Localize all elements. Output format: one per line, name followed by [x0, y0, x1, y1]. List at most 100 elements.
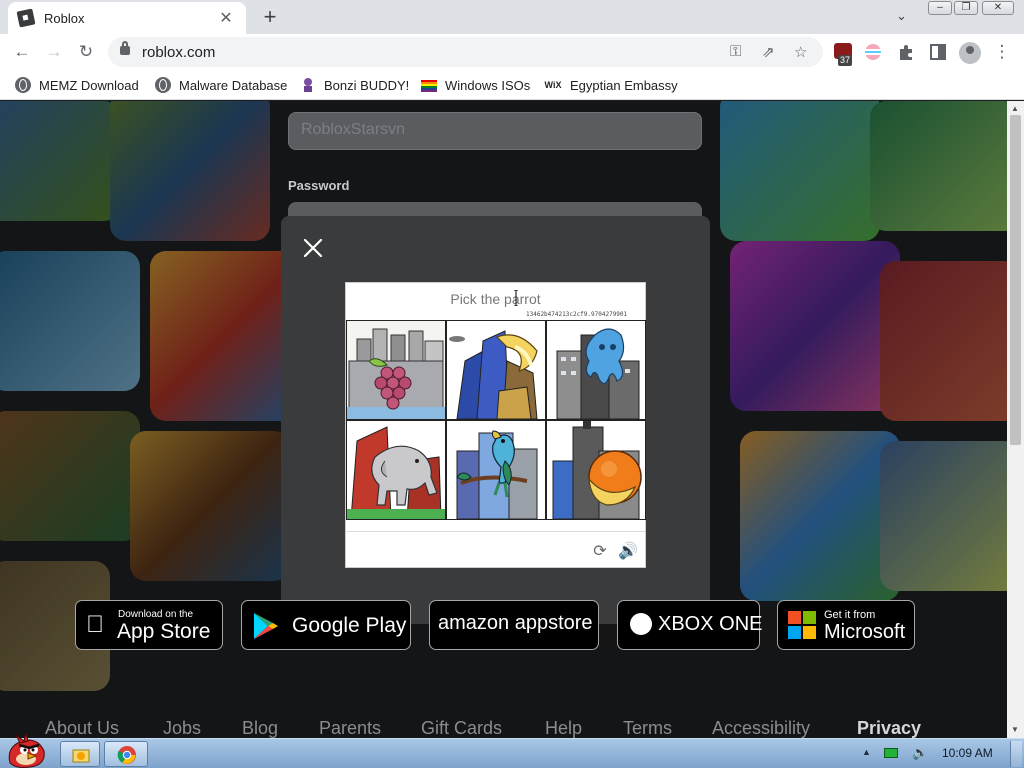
password-label: Password: [288, 178, 350, 193]
restore-button[interactable]: ❐: [954, 1, 978, 15]
globe-icon: [155, 77, 171, 93]
back-arrow-icon[interactable]: ←: [12, 42, 32, 62]
taskbar: ▲ 🔈 10:09 AM: [0, 733, 1024, 768]
badge-big-text: XBOX ONE: [658, 613, 763, 635]
scroll-down-arrow-icon[interactable]: ▼: [1011, 725, 1019, 734]
side-panel-icon[interactable]: [929, 43, 947, 61]
scroll-thumb[interactable]: [1010, 115, 1021, 445]
bookmark-label: Egyptian Embassy: [570, 77, 678, 93]
profile-avatar-icon[interactable]: [959, 42, 981, 64]
extension-badge-count: 37: [838, 55, 853, 66]
captcha-grid: [346, 320, 646, 520]
tab-close-icon[interactable]: ✕: [216, 8, 236, 28]
taskbar-chrome-button[interactable]: [104, 741, 148, 767]
captcha-hash: 13462b474213c2cf9.9704279901: [526, 311, 628, 318]
roblox-favicon-icon: [16, 8, 36, 28]
battery-icon[interactable]: [884, 748, 898, 758]
volume-icon[interactable]: 🔈: [912, 745, 928, 761]
elephant-tile-image: [347, 421, 445, 519]
google-play-icon: [254, 613, 278, 639]
captcha-tile-elephant[interactable]: [346, 420, 446, 520]
footer-link-terms[interactable]: Terms: [623, 718, 672, 738]
badge-small-text: Download on the: [118, 609, 194, 620]
amazon-appstore-badge[interactable]: amazon appstore: [429, 600, 599, 650]
url-text: roblox.com: [142, 44, 216, 61]
bookmark-star-icon[interactable]: ☆: [794, 43, 807, 61]
badge-small-text: Get it from: [824, 609, 876, 621]
bookmark-bonzi-buddy[interactable]: Bonzi BUDDY!: [300, 76, 409, 94]
scroll-up-arrow-icon[interactable]: ▲: [1011, 104, 1019, 113]
globe-icon: [15, 77, 31, 93]
bookmark-label: Bonzi BUDDY!: [324, 77, 410, 93]
footer-link-jobs[interactable]: Jobs: [163, 718, 201, 738]
clock[interactable]: 10:09 AM: [942, 746, 993, 760]
angry-bird-start-icon[interactable]: [4, 733, 48, 768]
captcha-tile-grapes[interactable]: [346, 320, 446, 420]
new-tab-button[interactable]: +: [258, 5, 282, 29]
tab-roblox[interactable]: Roblox ✕: [8, 2, 246, 34]
show-desktop-button[interactable]: [1010, 741, 1022, 767]
bookmarks-bar: MEMZ Download Malware Database Bonzi BUD…: [0, 70, 1024, 100]
captcha-tile-banana[interactable]: [446, 320, 546, 420]
footer-link-help[interactable]: Help: [545, 718, 582, 738]
close-icon[interactable]: [301, 236, 325, 260]
badge-big-text: amazon appstore: [438, 612, 593, 634]
captcha-tile-parrot[interactable]: [446, 420, 546, 520]
wix-icon: WiX: [544, 80, 562, 90]
captcha-prompt: Pick the parrot: [450, 291, 541, 307]
badge-big-text: Google Play: [292, 614, 407, 637]
page-scrollbar[interactable]: ▲ ▼: [1007, 101, 1024, 738]
close-window-button[interactable]: ✕: [982, 1, 1014, 15]
badge-big-text: App Store: [117, 620, 211, 643]
tray-expand-icon[interactable]: ▲: [862, 747, 871, 757]
bookmark-egyptian-embassy[interactable]: WiX Egyptian Embassy: [544, 76, 678, 94]
lock-icon[interactable]: [120, 41, 130, 55]
footer-link-privacy[interactable]: Privacy: [857, 718, 921, 738]
banana-tile-image: [447, 321, 545, 419]
captcha-widget: Pick the parrot 13462b474213c2cf9.970427…: [345, 282, 646, 568]
share-icon[interactable]: ⇗: [762, 43, 775, 61]
key-icon[interactable]: ⚿: [730, 43, 741, 60]
captcha-tile-orange-banana[interactable]: [546, 420, 646, 520]
google-play-badge[interactable]: Google Play: [241, 600, 411, 650]
tab-search-chevron-icon[interactable]: ⌄: [896, 8, 907, 24]
bookmark-windows-isos[interactable]: Windows ISOs: [421, 76, 530, 94]
footer-link-parents[interactable]: Parents: [319, 718, 381, 738]
apple-icon: : [86, 611, 104, 639]
parrot-tile-image: [447, 421, 545, 519]
taskbar-explorer-button[interactable]: [60, 741, 100, 767]
rainbow-flag-icon: [421, 80, 437, 92]
address-bar[interactable]: roblox.com ⚿ ⇗ ☆: [108, 37, 823, 67]
footer-link-blog[interactable]: Blog: [242, 718, 278, 738]
tab-title: Roblox: [44, 10, 85, 26]
chrome-icon: [117, 746, 136, 764]
captcha-divider: [346, 531, 645, 532]
grapes-tile-image: [347, 321, 445, 419]
minimize-button[interactable]: –: [928, 1, 952, 15]
refresh-icon[interactable]: ⟳: [590, 542, 610, 562]
xbox-one-badge[interactable]: XBOX ONE: [617, 600, 763, 650]
microsoft-badge[interactable]: Get it from Microsoft: [777, 600, 915, 650]
forward-arrow-icon[interactable]: →: [44, 42, 64, 62]
octopus-tile-image: [547, 321, 645, 419]
bookmark-label: Malware Database: [179, 77, 288, 93]
extension-flag-icon[interactable]: [864, 43, 882, 61]
orange-banana-tile-image: [547, 421, 645, 519]
footer-link-accessibility[interactable]: Accessibility: [712, 718, 810, 738]
audio-icon[interactable]: 🔊: [618, 542, 638, 562]
microsoft-logo-icon: [788, 611, 816, 639]
reload-icon[interactable]: ↻: [76, 42, 96, 62]
xbox-icon: [630, 613, 652, 635]
username-field[interactable]: RobloxStarsvn: [288, 112, 702, 150]
app-store-badge[interactable]:  Download on the App Store: [75, 600, 223, 650]
footer-link-gift-cards[interactable]: Gift Cards: [421, 718, 502, 738]
extensions-puzzle-icon[interactable]: [897, 43, 915, 61]
footer-link-about-us[interactable]: About Us: [45, 718, 119, 738]
bookmark-malware-database[interactable]: Malware Database: [155, 76, 287, 94]
captcha-tile-octopus[interactable]: [546, 320, 646, 420]
badge-big-text: Microsoft: [824, 621, 906, 643]
more-menu-icon[interactable]: ⋮: [992, 42, 1012, 62]
bookmark-memz-download[interactable]: MEMZ Download: [15, 76, 139, 94]
text-cursor-icon: [514, 290, 518, 306]
bookmark-label: Windows ISOs: [445, 77, 531, 93]
